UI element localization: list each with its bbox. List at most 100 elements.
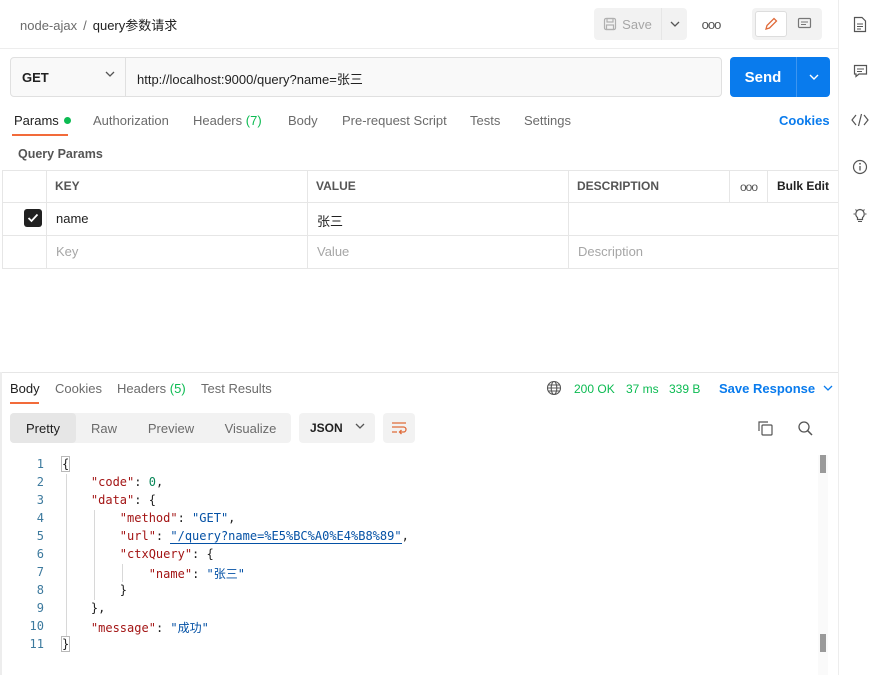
breadcrumb: node-ajax / query参数请求 bbox=[20, 15, 177, 34]
search-icon[interactable] bbox=[797, 420, 814, 437]
code-line: "url": "/query?name=%E5%BC%A0%E4%B8%89", bbox=[62, 529, 409, 544]
bulk-edit-button[interactable]: Bulk Edit bbox=[777, 179, 829, 193]
tab-tests[interactable]: Tests bbox=[470, 113, 500, 128]
more-icon[interactable]: ooo bbox=[697, 8, 725, 40]
json-key: "message" bbox=[90, 621, 156, 635]
json-url-link[interactable]: "/query?name=%E5%BC%A0%E4%B8%89" bbox=[170, 529, 402, 544]
view-pretty-button[interactable]: Pretty bbox=[10, 413, 76, 443]
save-button-group: Save bbox=[594, 8, 687, 40]
json-colon: : bbox=[155, 529, 171, 543]
tab-body[interactable]: Body bbox=[288, 113, 318, 128]
active-tab-indicator bbox=[10, 402, 39, 404]
param-value-cell[interactable]: 张三 bbox=[317, 211, 343, 230]
new-value-input[interactable]: Value bbox=[317, 244, 349, 259]
edit-icon bbox=[765, 17, 778, 30]
save-button[interactable]: Save bbox=[594, 8, 662, 40]
send-button[interactable]: Send bbox=[730, 57, 797, 97]
save-response-label: Save Response bbox=[719, 381, 816, 396]
response-time[interactable]: 37 ms bbox=[626, 382, 659, 396]
line-number: 4 bbox=[36, 511, 44, 525]
status-code[interactable]: 200 OK bbox=[574, 382, 615, 396]
view-preview-button[interactable]: Preview bbox=[132, 413, 210, 443]
line-number: 7 bbox=[36, 565, 44, 579]
json-key: "code" bbox=[90, 475, 135, 489]
line-number: 8 bbox=[36, 583, 44, 597]
info-icon[interactable] bbox=[851, 158, 869, 176]
table-border bbox=[568, 170, 569, 269]
checkbox-icon[interactable] bbox=[24, 209, 42, 227]
url-input[interactable]: http://localhost:9000/query?name=张三 bbox=[137, 69, 363, 88]
json-string: "GET" bbox=[192, 511, 229, 525]
tab-pre-request-script[interactable]: Pre-request Script bbox=[342, 113, 447, 128]
param-key-cell[interactable]: name bbox=[56, 211, 89, 226]
edit-mode-button[interactable] bbox=[755, 11, 787, 37]
tab-headers-count: (7) bbox=[245, 113, 262, 128]
response-body-code[interactable]: 1 2 3 4 5 6 7 8 9 10 11 { "code": 0, "da… bbox=[0, 454, 830, 654]
lightbulb-icon[interactable] bbox=[851, 206, 869, 224]
table-border bbox=[2, 235, 838, 236]
response-tab-headers[interactable]: Headers (5) bbox=[117, 381, 186, 396]
comment-mode-button[interactable] bbox=[789, 11, 819, 37]
column-header-value: VALUE bbox=[316, 179, 356, 193]
chevron-down-icon bbox=[105, 71, 115, 77]
line-number: 9 bbox=[36, 601, 44, 615]
globe-icon[interactable] bbox=[546, 380, 562, 396]
chevron-down-icon bbox=[670, 21, 680, 27]
response-tab-headers-label: Headers bbox=[117, 381, 167, 396]
format-value: JSON bbox=[310, 421, 343, 435]
params-table: KEY VALUE DESCRIPTION ooo Bulk Edit name… bbox=[2, 170, 838, 269]
new-key-input[interactable]: Key bbox=[56, 244, 78, 259]
code-line: "method": "GET", bbox=[62, 511, 236, 525]
code-icon[interactable] bbox=[851, 111, 869, 129]
more-icon[interactable]: ooo bbox=[740, 180, 758, 194]
breadcrumb-collection[interactable]: node-ajax bbox=[20, 18, 77, 33]
json-comma: , bbox=[401, 529, 409, 543]
json-key: "name" bbox=[148, 567, 193, 581]
cookies-link[interactable]: Cookies bbox=[779, 113, 830, 128]
save-label: Save bbox=[622, 16, 652, 32]
json-key: "ctxQuery" bbox=[119, 547, 193, 561]
chevron-down-icon bbox=[355, 423, 365, 429]
format-select[interactable]: JSON bbox=[299, 413, 375, 443]
response-size[interactable]: 339 B bbox=[669, 382, 700, 396]
tab-settings[interactable]: Settings bbox=[524, 113, 571, 128]
copy-icon[interactable] bbox=[757, 420, 774, 437]
new-description-input[interactable]: Description bbox=[578, 244, 643, 259]
view-raw-button[interactable]: Raw bbox=[76, 413, 132, 443]
tab-authorization[interactable]: Authorization bbox=[93, 113, 169, 128]
table-border bbox=[307, 170, 308, 269]
code-line: "code": 0, bbox=[62, 475, 163, 489]
response-tab-test-results[interactable]: Test Results bbox=[201, 381, 272, 396]
save-options-button[interactable] bbox=[663, 8, 687, 40]
documentation-icon[interactable] bbox=[851, 15, 869, 33]
mode-switcher bbox=[752, 8, 822, 40]
response-divider bbox=[0, 372, 838, 373]
response-tab-cookies[interactable]: Cookies bbox=[55, 381, 102, 396]
line-number: 11 bbox=[29, 637, 44, 651]
breadcrumb-request-name[interactable]: query参数请求 bbox=[93, 18, 178, 33]
json-key: "url" bbox=[119, 529, 156, 543]
save-response-button[interactable]: Save Response bbox=[719, 381, 833, 396]
code-line: "ctxQuery": { bbox=[62, 547, 214, 561]
tab-params[interactable]: Params bbox=[14, 113, 71, 128]
view-visualize-button[interactable]: Visualize bbox=[210, 413, 291, 443]
tab-headers[interactable]: Headers (7) bbox=[193, 113, 262, 128]
breadcrumb-separator: / bbox=[83, 18, 87, 33]
send-options-button[interactable] bbox=[797, 57, 830, 97]
url-bar: GET http://localhost:9000/query?name=张三 bbox=[10, 57, 722, 97]
table-border bbox=[729, 170, 730, 203]
right-sidebar bbox=[838, 0, 879, 675]
chevron-down-icon bbox=[809, 74, 818, 80]
active-tab-indicator bbox=[12, 134, 68, 136]
comments-icon[interactable] bbox=[851, 62, 869, 80]
table-border bbox=[2, 268, 838, 269]
code-brace: { bbox=[206, 547, 214, 561]
wrap-lines-button[interactable] bbox=[383, 413, 415, 443]
column-header-key: KEY bbox=[55, 179, 80, 193]
line-number: 10 bbox=[29, 619, 44, 633]
method-value: GET bbox=[22, 69, 49, 85]
tab-headers-label: Headers bbox=[193, 113, 243, 128]
response-tab-body[interactable]: Body bbox=[10, 381, 40, 396]
method-select[interactable]: GET bbox=[11, 58, 126, 96]
line-number: 2 bbox=[36, 475, 44, 489]
